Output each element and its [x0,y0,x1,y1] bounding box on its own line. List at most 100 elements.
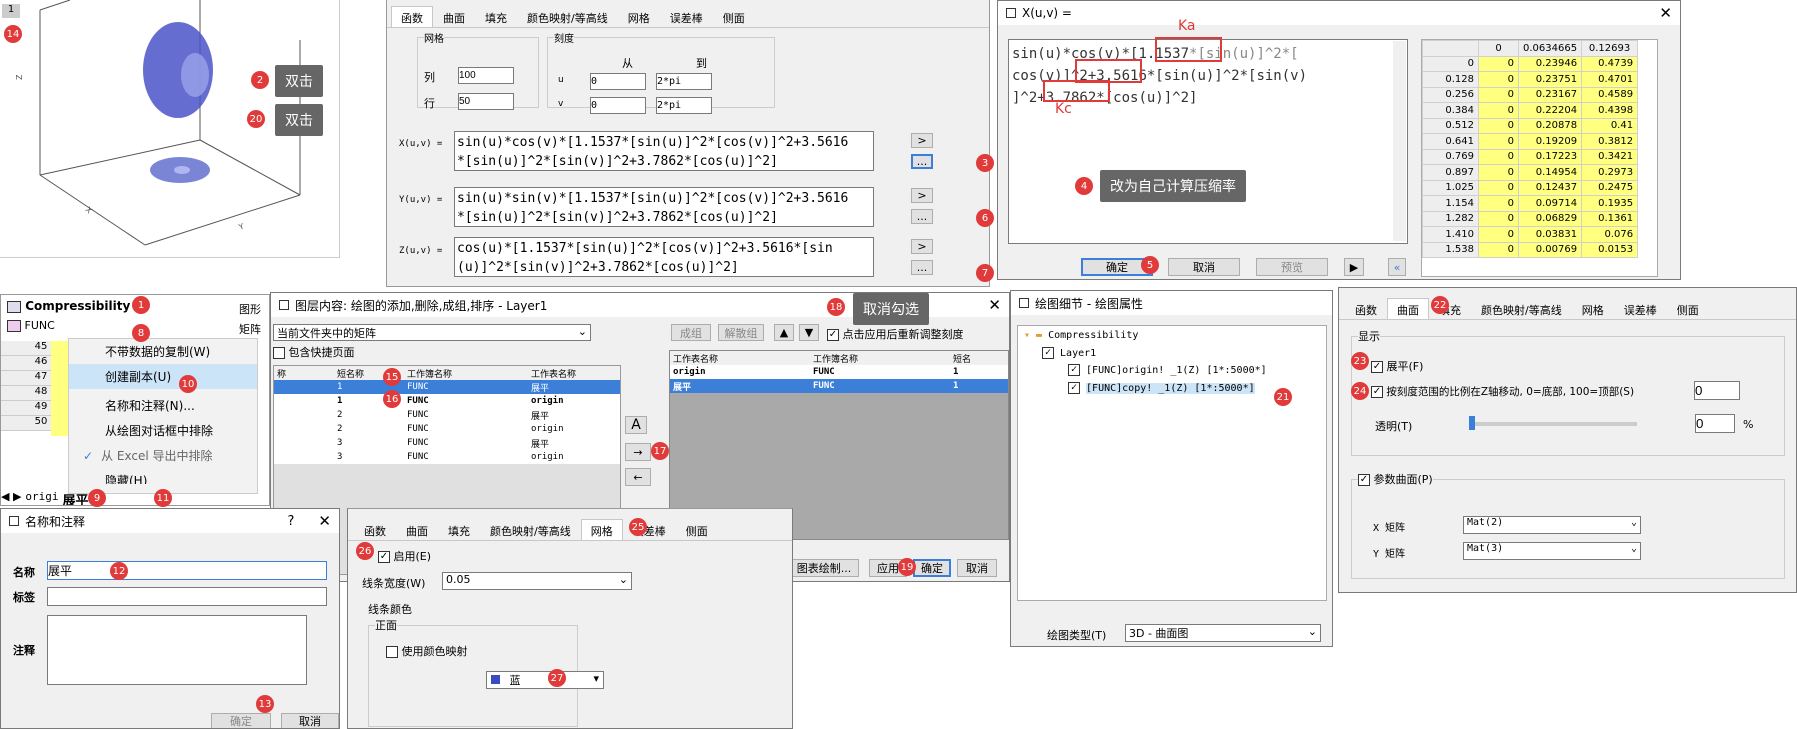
u-to-input[interactable] [656,73,712,90]
v-from-input[interactable] [590,97,646,114]
ka-label: Ka [1178,18,1196,34]
table-row[interactable]: origin FUNC 1 [670,365,1008,379]
project-item-compressibility[interactable]: Compressibility [7,299,130,313]
add-arrow-button[interactable]: → [625,443,651,461]
scroll-left-icon[interactable]: ◀ ▶ [1,490,21,505]
help-icon[interactable]: ? [288,514,295,529]
tab-mesh[interactable]: 网格 [580,519,623,540]
ungroup-button[interactable]: 解散组 [718,324,764,341]
tree-layer[interactable]: ✓ Layer1 [1018,345,1326,361]
tab-fill[interactable]: 填充 [475,6,517,27]
u-from-input[interactable] [590,73,646,90]
y-matrix-select[interactable]: Mat(3) ⌄ [1463,542,1641,560]
v-to-input[interactable] [656,97,712,114]
use-colormap-check[interactable]: 使用颜色映射 [386,643,468,659]
cancel-button[interactable]: 取消 [1168,258,1240,276]
tab-side[interactable]: 侧面 [1667,298,1709,319]
include-shortcut[interactable]: 包含快捷页面 [273,344,355,360]
table-row[interactable]: 2 FUNC origin [274,422,620,436]
tab-mesh[interactable]: 网格 [1572,298,1614,319]
plot-type-select[interactable]: 3D - 曲面图 ⌄ [1125,624,1321,642]
menu-duplicate[interactable]: 创建副本(U) [69,364,257,389]
editor-scrollbar[interactable] [1393,41,1406,241]
tab-function[interactable]: 函数 [354,519,396,540]
ok-button[interactable]: 确定 [211,713,271,728]
comment-textarea[interactable] [47,615,307,685]
close-icon[interactable]: ✕ [1659,4,1672,22]
tab-surface[interactable]: 曲面 [433,6,475,27]
tab-errorbar[interactable]: 误差棒 [1614,298,1667,319]
move-down-button[interactable]: ▼ [799,324,819,341]
transparency-slider[interactable] [1469,416,1637,430]
ok-button[interactable]: 确定 [913,559,951,577]
table-row[interactable]: 1 FUNC 展平 [274,380,620,394]
y-func-more-button[interactable]: ... [911,209,933,224]
autoscale-check[interactable]: ✓ 点击应用后重新调整刻度 [827,326,964,342]
x-func-more-button[interactable]: ... [911,154,933,169]
z-func-expr[interactable]: cos(u)*[1.1537*[sin(u)]^2*[cos(v)]^2+3.5… [454,237,874,277]
tab-side[interactable]: 侧面 [713,6,755,27]
x-func-expr[interactable]: sin(u)*cos(v)*[1.1537*[sin(u)]^2*[cos(v)… [454,131,874,171]
play-button[interactable]: ▶ [1344,258,1364,276]
z-move-input[interactable] [1694,381,1740,400]
z-move-check[interactable]: ✓ 按刻度范围的比例在Z轴移动, 0=底部, 100=顶部(S) [1371,384,1634,399]
name-input[interactable] [47,561,327,580]
project-item-func[interactable]: FUNC [7,319,55,332]
close-icon[interactable]: ✕ [318,512,331,530]
tab-function[interactable]: 函数 [391,6,433,27]
tab-function[interactable]: 函数 [1345,298,1387,319]
menu-exclude-excel[interactable]: ✓ 从 Excel 导出中排除 [69,443,257,468]
param-check[interactable]: ✓ 参数曲面(P) [1358,471,1433,487]
tree-plot-origin[interactable]: ✓ [FUNC]origin! _1(Z) [1*:5000*] [1018,361,1326,379]
grid-row-input[interactable] [458,93,514,110]
tab-colormap[interactable]: 颜色映射/等高线 [1471,298,1572,319]
source-select[interactable]: 当前文件夹中的矩阵 ⌄ [273,324,591,341]
y-func-arrow-button[interactable]: > [911,188,933,203]
menu-name-comments[interactable]: 名称和注释(N)... [69,393,257,418]
remove-arrow-button[interactable]: ← [625,468,651,486]
cancel-button[interactable]: 取消 [957,559,997,577]
flat-check[interactable]: ✓ 展平(F) [1371,358,1423,374]
plot-setup-button[interactable]: 图表绘制... [789,559,859,577]
chevron-down-icon: ⌄ [1630,517,1637,528]
tree-root[interactable]: ▾ ▬ Compressibility [1018,326,1326,345]
z-func-more-button[interactable]: ... [911,260,933,275]
line-color-select[interactable]: 蓝 ▾ [486,671,604,689]
x-matrix-select[interactable]: Mat(2) ⌄ [1463,516,1641,534]
transparency-input[interactable] [1695,414,1735,433]
line-width-select[interactable]: 0.05 ⌄ [442,572,632,590]
enable-check[interactable]: ✓ 启用(E) [378,548,431,564]
group-button[interactable]: 成组 [671,324,711,341]
collapse-button[interactable]: « [1388,258,1406,276]
cancel-button[interactable]: 取消 [281,713,339,728]
text-format-button[interactable]: A [625,416,647,434]
preview-button[interactable]: 预览 [1256,258,1328,276]
move-up-button[interactable]: ▲ [774,324,794,341]
tab-colormap[interactable]: 颜色映射/等高线 [480,519,581,540]
y-func-expr[interactable]: sin(u)*sin(v)*[1.1537*[sin(u)]^2*[cos(v)… [454,187,874,227]
tab-surface[interactable]: 曲面 [1387,298,1429,319]
tab-side[interactable]: 侧面 [676,519,718,540]
tab-mesh[interactable]: 网格 [618,6,660,27]
tag-input[interactable] [47,587,327,606]
menu-exclude-plot[interactable]: 从绘图对话框中排除 [69,418,257,443]
table-row[interactable]: 3 FUNC 展平 [274,436,620,450]
table-row[interactable]: 2 FUNC 展平 [274,408,620,422]
grid-col-input[interactable] [458,67,514,84]
menu-copy-no-data[interactable]: 不带数据的复制(W) [69,339,257,364]
sheet-tab-origin[interactable]: origi [25,490,58,505]
tab-fill[interactable]: 填充 [438,519,480,540]
x-func-arrow-button[interactable]: > [911,133,933,148]
table-row[interactable]: 展平 FUNC 1 [670,379,1008,393]
xuv-expression-editor[interactable]: sin(u)*cos(v)*[1.1537*[sin(u)]^2*[ cos(v… [1008,39,1408,244]
tab-colormap[interactable]: 颜色映射/等高线 [517,6,618,27]
tab-surface[interactable]: 曲面 [396,519,438,540]
callout-double-click-20: 双击 [275,104,323,136]
tab-errorbar[interactable]: 误差棒 [660,6,713,27]
slider-thumb[interactable] [1469,416,1475,430]
z-func-arrow-button[interactable]: > [911,239,933,254]
menu-hide[interactable]: 隐藏(H) [69,468,257,484]
table-row[interactable]: 1 FUNC origin [274,394,620,408]
close-icon[interactable]: ✕ [988,296,1001,314]
table-row[interactable]: 3 FUNC origin [274,450,620,464]
